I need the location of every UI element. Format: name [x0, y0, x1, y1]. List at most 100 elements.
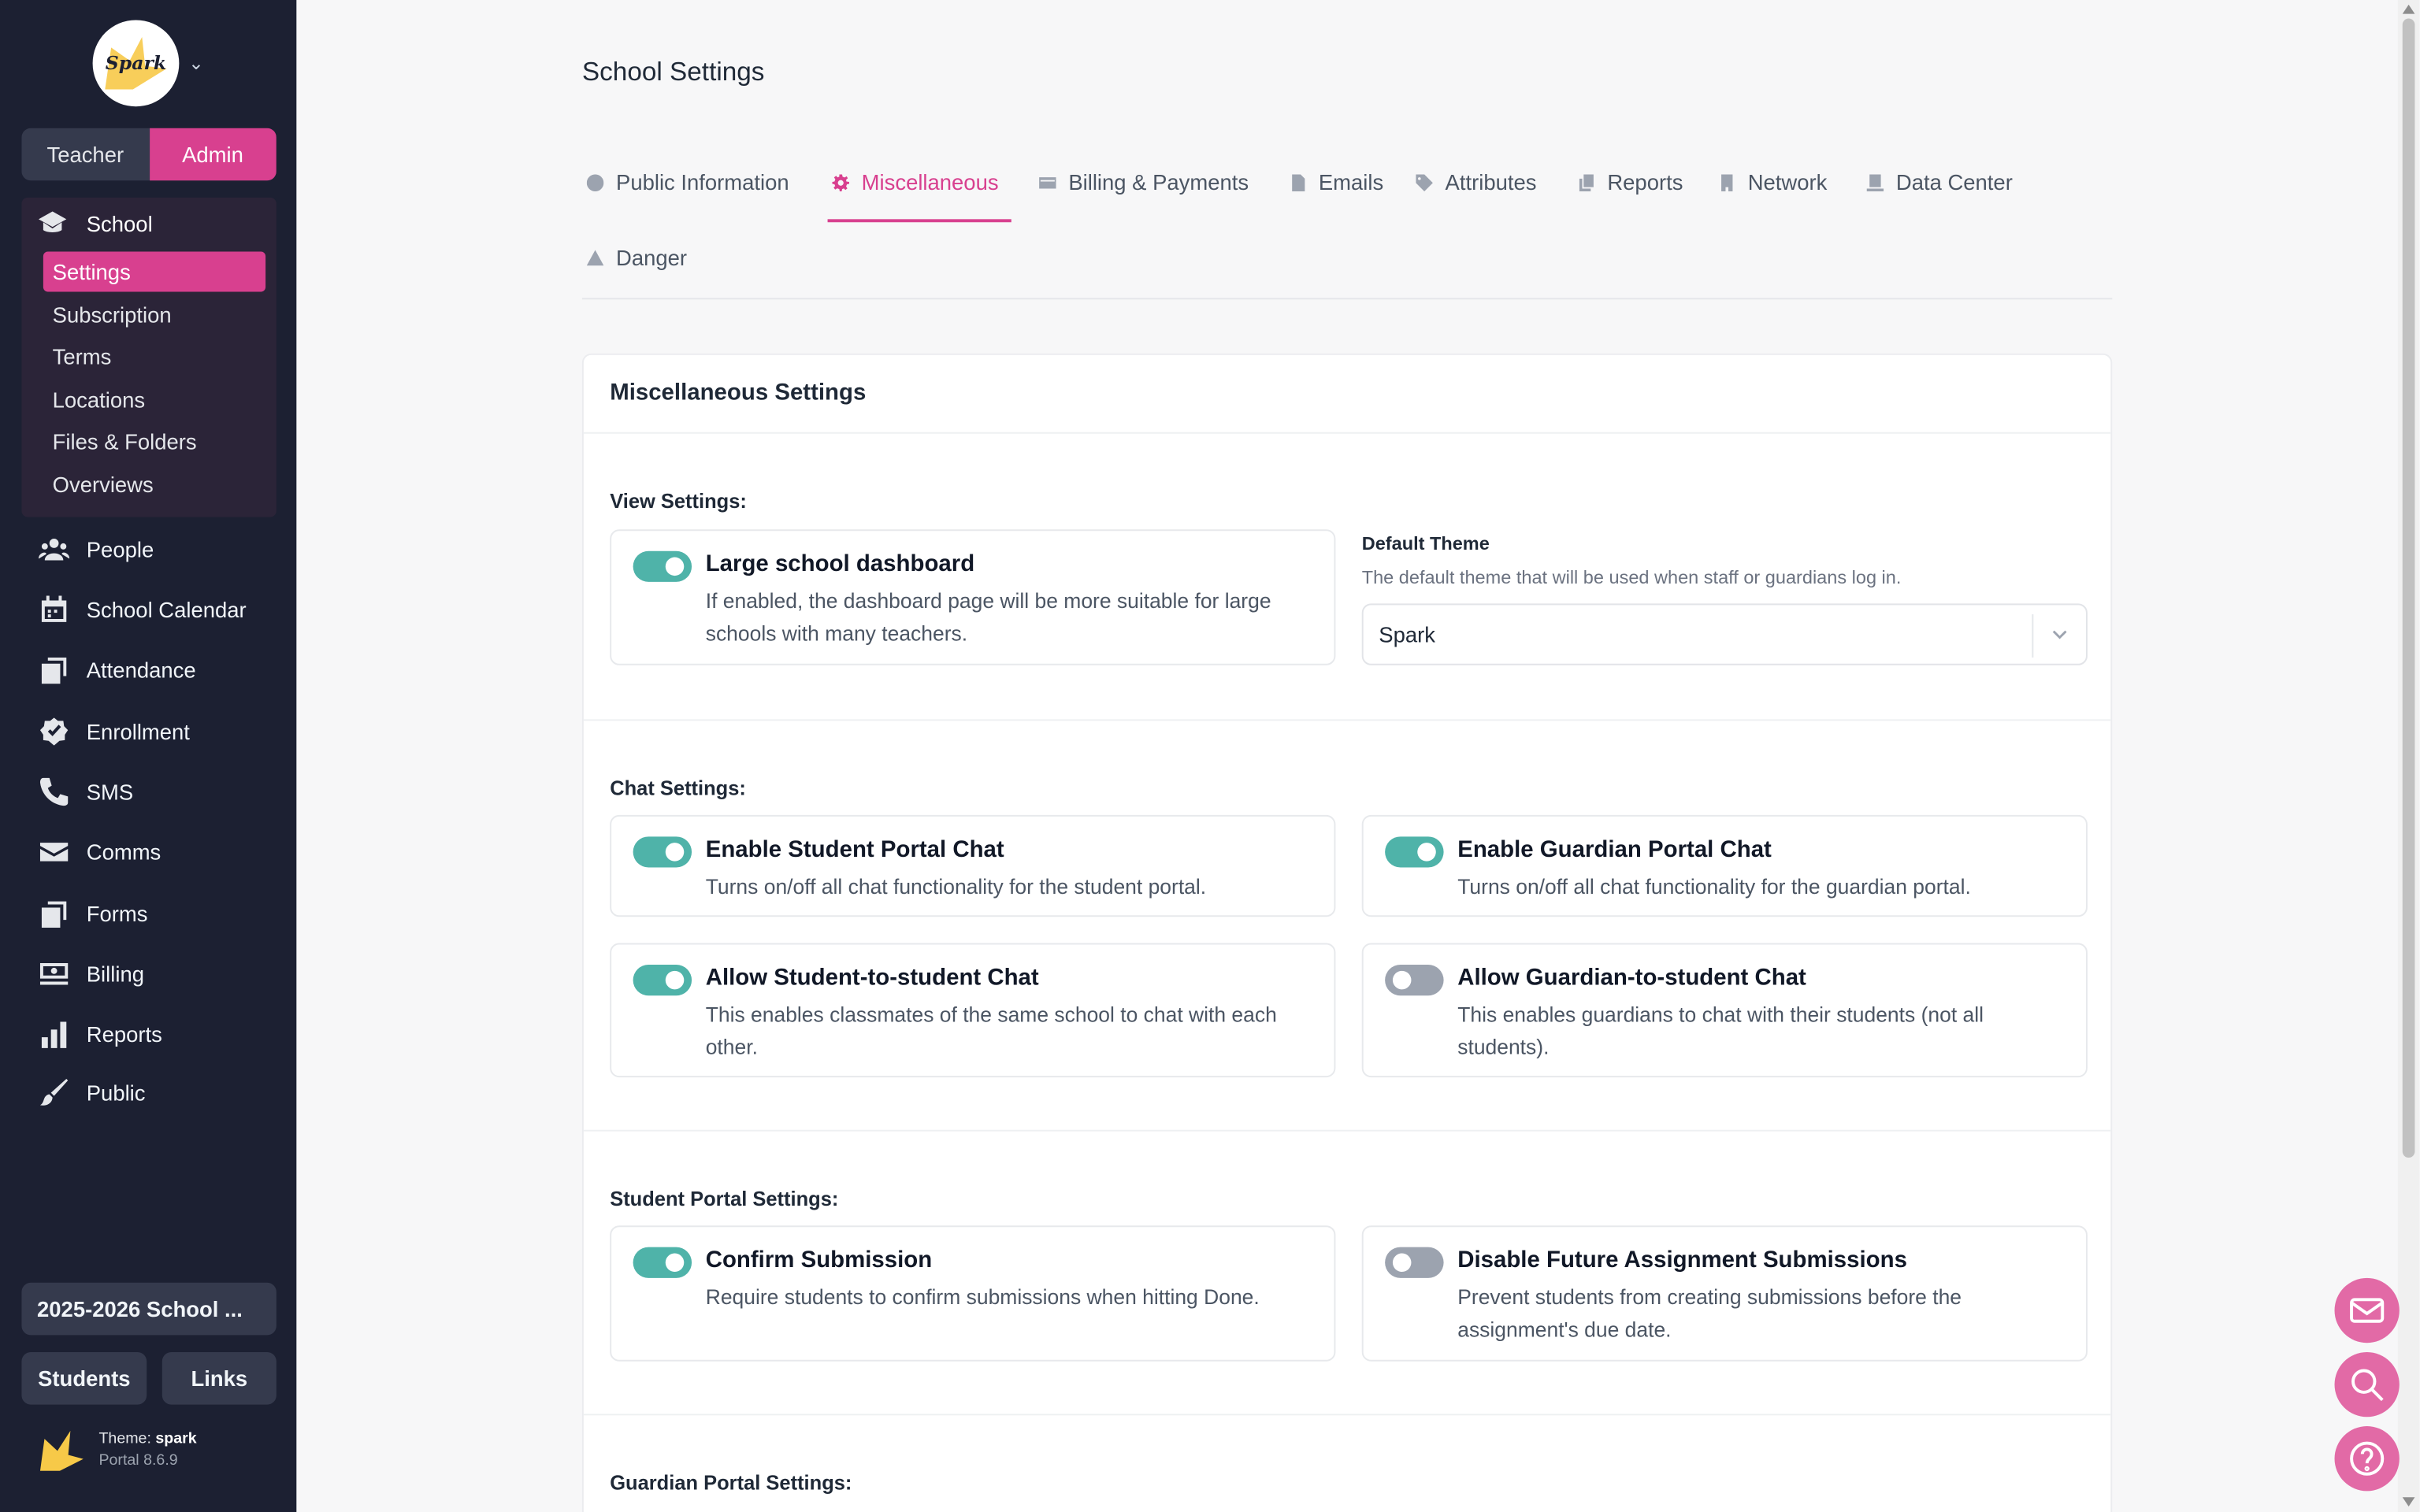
tab-label: Billing & Payments — [1068, 169, 1249, 195]
database-icon — [1865, 173, 1884, 192]
sidebar-item-label: Reports — [86, 1021, 162, 1047]
tab-label: Miscellaneous — [861, 169, 999, 195]
forms-icon — [37, 899, 71, 929]
default-theme-select[interactable]: Spark — [1361, 603, 2088, 665]
logo-text: Spark — [105, 52, 167, 75]
chevron-down-icon[interactable]: ⌄ — [188, 53, 204, 74]
file-icon — [1288, 173, 1307, 192]
tab-network[interactable]: Network — [1717, 170, 1827, 195]
theme-info: Theme: spark Portal 8.6.9 — [39, 1429, 197, 1473]
student-to-student-chat-option: Allow Student-to-student Chat This enabl… — [610, 943, 1336, 1078]
brush-icon — [37, 1077, 71, 1108]
guardian-portal-chat-toggle[interactable] — [1385, 836, 1444, 868]
sidebar-subitem-terms[interactable]: Terms — [43, 336, 265, 376]
guardian-portal-chat-option: Enable Guardian Portal Chat Turns on/off… — [1361, 814, 2088, 917]
sidebar-subitem-settings[interactable]: Settings — [43, 251, 266, 292]
divider — [583, 1129, 2111, 1132]
sidebar-subitem-locations[interactable]: Locations — [43, 380, 265, 420]
selected-value: Spark — [1379, 621, 1435, 647]
confirm-submission-toggle[interactable] — [633, 1247, 692, 1278]
sidebar-item-label: School — [86, 211, 153, 236]
page-scrollbar[interactable] — [2397, 0, 2420, 1512]
envelope-icon — [2350, 1298, 2385, 1323]
tab-miscellaneous[interactable]: Miscellaneous — [830, 169, 999, 195]
messages-fab-button[interactable] — [2334, 1277, 2400, 1343]
option-description: Require students to confirm submissions … — [705, 1285, 1260, 1310]
clipboard-icon — [37, 654, 71, 685]
option-description: This enables classmates of the same scho… — [705, 1003, 1277, 1059]
help-fab-button[interactable] — [2334, 1426, 2400, 1492]
search-fab-button[interactable] — [2334, 1351, 2400, 1418]
tab-emails[interactable]: Emails — [1288, 169, 1384, 195]
calendar-icon — [37, 595, 71, 625]
tab-reports[interactable]: Reports — [1576, 170, 1683, 195]
tag-icon — [1414, 173, 1433, 192]
sidebar-subitem-overviews[interactable]: Overviews — [43, 465, 265, 505]
option-title: Large school dashboard — [705, 550, 975, 578]
large-dashboard-toggle[interactable] — [633, 550, 692, 582]
sidebar-item-label: Comms — [86, 839, 161, 865]
sidebar-item-sms[interactable]: SMS — [37, 776, 133, 807]
sidebar-item-attendance[interactable]: Attendance — [37, 654, 196, 685]
sidebar-subitem-subscription[interactable]: Subscription — [43, 295, 265, 335]
default-theme-label: Default Theme — [1361, 532, 1490, 554]
card-title: Miscellaneous Settings — [610, 380, 867, 406]
sidebar-item-label: Public — [86, 1080, 146, 1106]
tab-label: Emails — [1318, 169, 1384, 195]
default-theme-hint: The default theme that will be used when… — [1361, 566, 1902, 588]
school-year-button[interactable]: 2025-2026 School ... — [21, 1282, 277, 1336]
tab-label: Danger — [616, 245, 688, 270]
sidebar-item-reports[interactable]: Reports — [37, 1019, 162, 1050]
tabs-divider — [581, 298, 2113, 300]
scroll-down-arrow-icon[interactable] — [2402, 1497, 2415, 1506]
portal-version: Portal 8.6.9 — [98, 1452, 178, 1469]
students-button[interactable]: Students — [21, 1351, 147, 1405]
sidebar-item-billing[interactable]: Billing — [37, 958, 144, 989]
scroll-up-arrow-icon[interactable] — [2402, 4, 2415, 14]
confirm-submission-option: Confirm Submission Require students to c… — [610, 1225, 1336, 1362]
sidebar-item-enrollment[interactable]: Enrollment — [37, 716, 190, 747]
school-switcher[interactable]: Spark ⌄ — [92, 20, 204, 107]
student-to-student-chat-toggle[interactable] — [633, 965, 692, 996]
option-title: Enable Guardian Portal Chat — [1457, 836, 1772, 863]
sidebar: Spark ⌄ Teacher Admin School Settings Su… — [0, 0, 297, 1512]
option-description: Turns on/off all chat functionality for … — [1457, 875, 1971, 899]
student-portal-chat-toggle[interactable] — [633, 836, 692, 868]
tab-attributes[interactable]: Attributes — [1414, 170, 1536, 195]
sidebar-subitem-files-folders[interactable]: Files & Folders — [43, 421, 265, 461]
view-settings-title: View Settings: — [610, 489, 747, 513]
tab-label: Public Information — [616, 169, 789, 195]
sidebar-item-school[interactable]: School — [37, 210, 153, 238]
sidebar-item-forms[interactable]: Forms — [37, 899, 148, 929]
option-title: Confirm Submission — [705, 1247, 933, 1273]
sidebar-item-school-calendar[interactable]: School Calendar — [37, 595, 247, 625]
student-portal-chat-option: Enable Student Portal Chat Turns on/off … — [610, 814, 1336, 917]
tab-data-center[interactable]: Data Center — [1865, 170, 2013, 195]
people-icon — [37, 534, 71, 565]
teacher-role-button[interactable]: Teacher — [21, 128, 150, 181]
phone-icon — [37, 776, 71, 807]
tab-danger[interactable]: Danger — [585, 246, 687, 270]
disable-future-submissions-toggle[interactable] — [1385, 1247, 1444, 1278]
role-switch: Teacher Admin — [21, 128, 277, 181]
student-portal-settings-title: Student Portal Settings: — [610, 1187, 839, 1210]
school-logo: Spark — [92, 20, 180, 107]
sidebar-item-label: Enrollment — [86, 719, 190, 744]
links-button[interactable]: Links — [161, 1351, 277, 1405]
divider — [583, 719, 2111, 721]
tab-label: Attributes — [1445, 169, 1537, 195]
guardian-to-student-chat-toggle[interactable] — [1385, 965, 1444, 996]
gear-icon — [830, 173, 849, 192]
option-title: Allow Guardian-to-student Chat — [1457, 965, 1806, 991]
envelope-icon — [37, 836, 71, 867]
sidebar-item-people[interactable]: People — [37, 534, 154, 565]
option-description: This enables guardians to chat with thei… — [1457, 1003, 1984, 1059]
sidebar-item-public[interactable]: Public — [37, 1077, 146, 1108]
tab-billing-payments[interactable]: Billing & Payments — [1037, 170, 1249, 195]
chevron-down-icon — [2052, 630, 2067, 639]
tab-public-information[interactable]: Public Information — [585, 170, 789, 195]
scroll-thumb[interactable] — [2402, 18, 2415, 1158]
disable-future-submissions-option: Disable Future Assignment Submissions Pr… — [1361, 1225, 2088, 1362]
sidebar-item-comms[interactable]: Comms — [37, 836, 161, 867]
admin-role-button[interactable]: Admin — [149, 128, 277, 181]
